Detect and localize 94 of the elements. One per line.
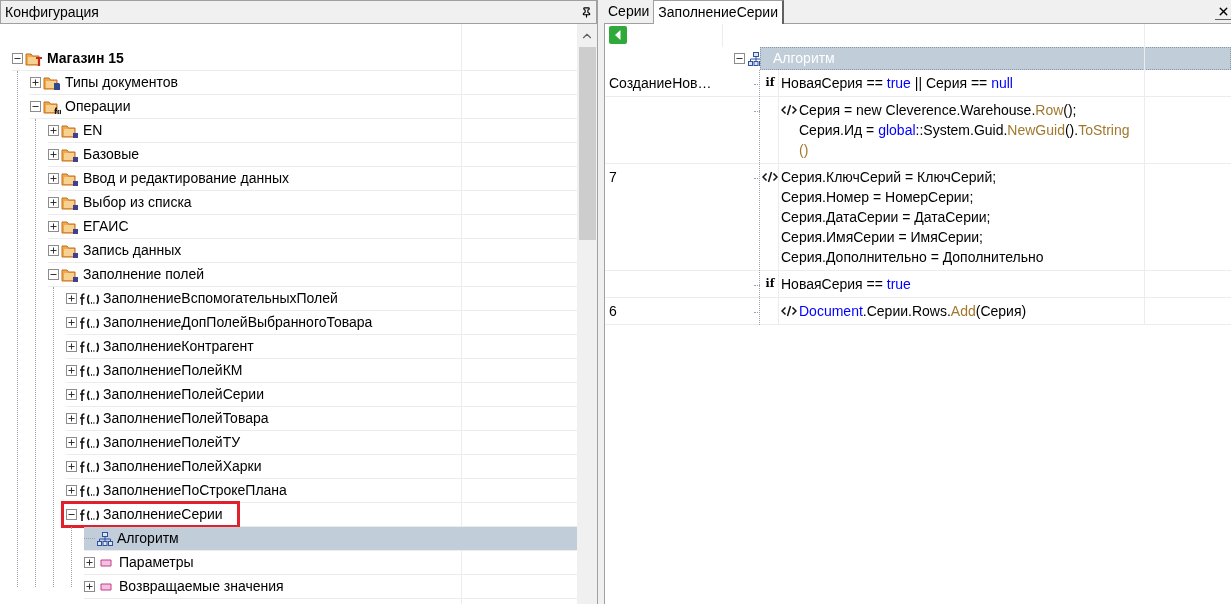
- collapse-icon[interactable]: [66, 509, 77, 520]
- collapse-icon[interactable]: [48, 269, 59, 280]
- function-icon: [79, 483, 99, 498]
- tree-item-label[interactable]: Операции: [63, 96, 133, 117]
- folder-module-icon: [61, 218, 79, 235]
- collapse-icon[interactable]: [30, 101, 41, 112]
- collapse-icon[interactable]: [734, 53, 745, 64]
- tree-item-label[interactable]: ЗаполнениеКонтрагент: [101, 336, 256, 357]
- function-icon: [79, 363, 99, 378]
- function-icon: [79, 387, 99, 402]
- expand-icon[interactable]: [48, 245, 59, 256]
- expand-icon[interactable]: [66, 341, 77, 352]
- expand-icon[interactable]: [66, 317, 77, 328]
- scrollbar[interactable]: [577, 24, 597, 604]
- folder-module-icon: [61, 194, 79, 211]
- expand-icon[interactable]: [66, 485, 77, 496]
- code-line: Серия.КлючСерий = КлючСерий;: [781, 168, 998, 187]
- expand-icon[interactable]: [48, 197, 59, 208]
- expand-icon[interactable]: [66, 437, 77, 448]
- folder-module-icon: [61, 266, 79, 283]
- tag-icon: [100, 581, 112, 592]
- folder-function-icon: [43, 98, 61, 115]
- tree-item-label[interactable]: ЗаполнениеСерии: [101, 504, 225, 525]
- tab[interactable]: Серии: [604, 0, 654, 23]
- code-icon: [781, 305, 797, 317]
- code-icon: [762, 171, 778, 183]
- expand-icon[interactable]: [48, 173, 59, 184]
- tree-item-label[interactable]: Выбор из списка: [81, 192, 194, 213]
- tree-item-label[interactable]: ЗаполнениеПолейСерии: [101, 384, 266, 405]
- code-line: НоваяСерия == true || Серия == null: [781, 74, 1013, 93]
- expand-icon[interactable]: [84, 581, 95, 592]
- tree-item-label[interactable]: ЗаполнениеПолейТУ: [101, 432, 243, 453]
- tree-item-label[interactable]: EN: [81, 120, 105, 141]
- tree-item-label[interactable]: Параметры: [117, 552, 196, 573]
- expand-icon[interactable]: [30, 77, 41, 88]
- expand-icon[interactable]: [66, 365, 77, 376]
- expand-icon[interactable]: [48, 149, 59, 160]
- condition-marker: if: [764, 276, 776, 292]
- hierarchy-icon: [97, 531, 113, 546]
- expand-icon[interactable]: [66, 461, 77, 472]
- tree-item-label[interactable]: ЗаполнениеПолейТовара: [101, 408, 271, 429]
- code-line: Серия.Дополнительно = Дополнительно: [781, 248, 1044, 267]
- code-icon: [781, 104, 797, 116]
- folder-module-icon: [61, 170, 79, 187]
- expand-icon[interactable]: [48, 125, 59, 136]
- collapse-icon[interactable]: [12, 53, 23, 64]
- function-icon: [79, 459, 99, 474]
- pin-icon[interactable]: [581, 6, 592, 18]
- expand-icon[interactable]: [66, 293, 77, 304]
- code-line: Серия.Ид = global::System.Guid.NewGuid().ToString: [799, 121, 1130, 140]
- tree-item-label[interactable]: ЕГАИС: [81, 216, 131, 237]
- table-cell: 6: [609, 303, 617, 319]
- expand-icon[interactable]: [66, 413, 77, 424]
- function-icon: [79, 411, 99, 426]
- folder-module-icon: [61, 122, 79, 139]
- expand-icon[interactable]: [66, 389, 77, 400]
- tree-item-label[interactable]: Запись данных: [81, 240, 184, 261]
- panel-title: Конфигурация: [5, 2, 99, 22]
- code-line: НоваяСерия == true: [781, 275, 911, 294]
- tree-item-label[interactable]: Возвращаемые значения: [117, 576, 286, 597]
- tree-item-label[interactable]: ЗаполнениеПолейКМ: [101, 360, 245, 381]
- tag-icon: [100, 557, 112, 568]
- code-line: Серия.ДатаСерии = ДатаСерии;: [781, 208, 992, 227]
- tree-item-label[interactable]: Типы документов: [63, 72, 180, 93]
- expand-icon[interactable]: [48, 221, 59, 232]
- tree-item-label[interactable]: ЗаполнениеДопПолейВыбранногоТовара: [101, 312, 375, 333]
- code-line: Серия = new Cleverence.Warehouse.Row();: [799, 101, 1078, 120]
- function-icon: [79, 435, 99, 450]
- tree-item-label[interactable]: ЗаполнениеВспомогательныхПолей: [101, 288, 340, 309]
- tree-item-label[interactable]: Заполнение полей: [81, 264, 207, 285]
- function-icon: [79, 507, 99, 522]
- folder-module-icon: [61, 242, 79, 259]
- scrollbar-thumb[interactable]: [578, 47, 596, 240]
- back-button[interactable]: [609, 26, 627, 44]
- expand-icon[interactable]: [84, 557, 95, 568]
- table-cell: 7: [609, 169, 617, 185]
- function-icon: [79, 339, 99, 354]
- function-icon: [79, 315, 99, 330]
- code-line: Серия.Номер = НомерСерии;: [781, 188, 975, 207]
- tree-item-label[interactable]: Магазин 15: [45, 48, 126, 69]
- tree-item-label[interactable]: Базовые: [81, 144, 142, 165]
- code-line: (): [799, 141, 810, 160]
- folder-root-icon: [25, 50, 43, 67]
- tree-item-label[interactable]: ЗаполнениеПоСтрокеПлана: [101, 480, 289, 501]
- condition-marker: if: [764, 75, 776, 91]
- code-line: Серия.ИмяСерии = ИмяСерии;: [781, 228, 984, 247]
- tab[interactable]: ЗаполнениеСерии: [653, 0, 784, 24]
- table-cell: СозданиеНов…: [609, 75, 712, 91]
- tree-item-label[interactable]: ЗаполнениеПолейХарки: [101, 456, 264, 477]
- folder-module-icon: [61, 146, 79, 163]
- function-icon: [79, 291, 99, 306]
- code-line: Document.Серии.Rows.Add(Серия): [799, 302, 1027, 321]
- tree-item-label[interactable]: Ввод и редактирование данных: [81, 168, 291, 189]
- folder-document-icon: [43, 74, 61, 91]
